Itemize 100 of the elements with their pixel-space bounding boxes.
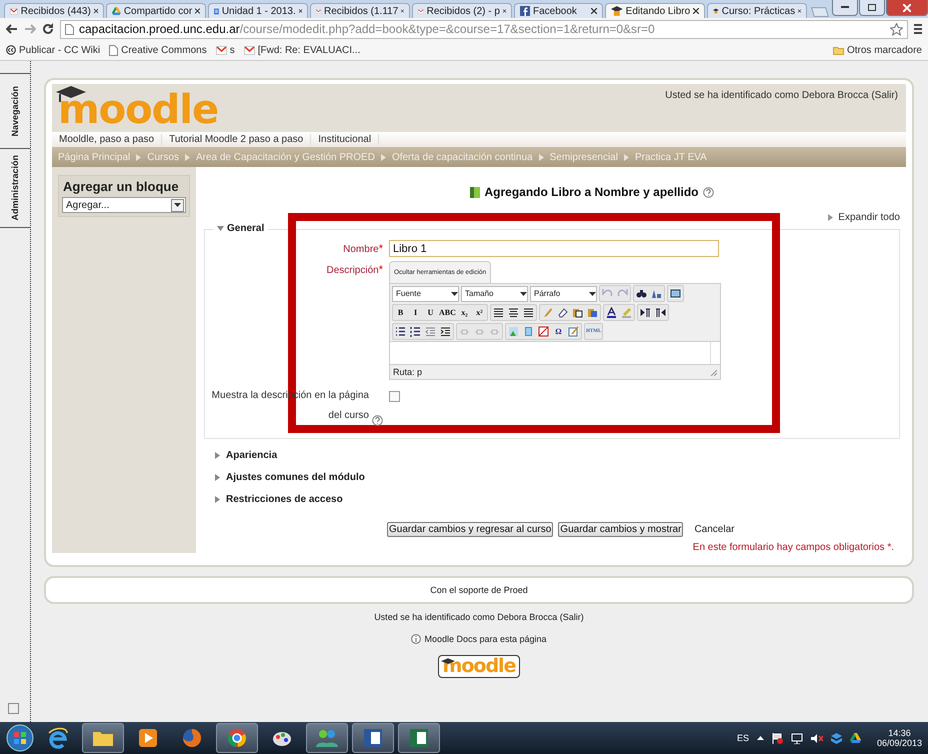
close-icon[interactable] — [693, 8, 699, 14]
minimize-button[interactable] — [832, 0, 858, 16]
bookmark[interactable]: Publicar - CC Wiki — [6, 44, 100, 56]
section-header[interactable]: Ajustes comunes del módulo — [226, 472, 365, 483]
bullet-list-icon[interactable] — [393, 324, 408, 338]
box-icon[interactable] — [830, 732, 842, 744]
numbered-list-icon[interactable] — [408, 324, 423, 338]
resize-handle-icon[interactable] — [710, 368, 717, 376]
browser-tab[interactable]: Facebook — [514, 3, 603, 18]
caret-icon — [451, 292, 458, 296]
close-icon[interactable] — [798, 8, 801, 14]
flag-icon[interactable] — [772, 732, 783, 744]
caret-icon — [520, 292, 527, 296]
document-icon — [214, 6, 219, 16]
expand-icon[interactable] — [8, 703, 19, 714]
menu-item[interactable]: Institucional — [311, 134, 380, 145]
save-button[interactable]: Guardar cambios y mostrar — [558, 522, 684, 537]
triangle-logo-icon[interactable] — [850, 733, 861, 743]
page-icon — [109, 44, 118, 56]
checkbox[interactable] — [389, 391, 400, 402]
browser-tab[interactable]: Compartido cor — [106, 3, 206, 18]
editor-select[interactable]: Párrafo — [530, 286, 597, 302]
page-icon — [65, 24, 74, 34]
section-header[interactable]: Restricciones de acceso — [226, 494, 343, 505]
help-icon[interactable] — [372, 415, 383, 426]
help-icon[interactable] — [702, 186, 714, 198]
bookmark[interactable]: [Fwd: Re: EVALUACI... — [244, 44, 360, 56]
section-header[interactable]: Apariencia — [226, 450, 278, 461]
language-indicator[interactable]: ES — [736, 733, 749, 743]
mail-icon — [10, 6, 18, 16]
editor-path: Ruta: p — [393, 367, 422, 377]
bookmark[interactable]: s — [216, 44, 235, 56]
close-icon[interactable] — [591, 8, 597, 14]
back-arrow-icon[interactable] — [6, 24, 18, 34]
people-app-icon[interactable] — [306, 723, 348, 753]
chrome-app-icon[interactable] — [216, 723, 258, 753]
format-button[interactable]: x₂ — [456, 306, 472, 320]
section-legend[interactable]: General — [213, 223, 268, 234]
browser-tab[interactable]: Curso: Prácticas — [707, 3, 807, 18]
edit-icon[interactable] — [566, 324, 581, 338]
add-block-select[interactable]: Agregar... — [62, 197, 186, 213]
word-app-icon[interactable] — [352, 723, 394, 753]
up-arrow-icon[interactable] — [756, 736, 764, 740]
folder-app-icon[interactable] — [82, 723, 124, 753]
format-button[interactable]: ABC — [438, 306, 457, 320]
star-icon[interactable] — [890, 22, 903, 36]
login-info: Usted se ha identificado como Debora Brocca (Salir) — [665, 90, 898, 101]
close-button[interactable] — [886, 0, 928, 16]
browser-tab[interactable]: Editando Libro — [605, 3, 705, 18]
bookmark[interactable]: Creative Commons — [109, 44, 207, 56]
page-title: Agregando Libro a Nombre y apellido — [484, 185, 699, 199]
block-title: Agregar un bloque — [62, 178, 180, 196]
no-image-icon[interactable] — [536, 324, 551, 338]
menu-item[interactable]: Tutorial Moodle 2 paso a paso — [162, 134, 312, 145]
address-field[interactable]: capacitacion.proed.unc.edu.ar/course/modedit.php?add=book&type=&course=17&section=1&return=0&sr=0 — [60, 20, 908, 38]
format-button[interactable]: U — [423, 306, 438, 320]
indent-icon[interactable] — [438, 324, 453, 338]
save-button[interactable]: Guardar cambios y regresar al curso — [387, 522, 554, 537]
network-icon[interactable] — [790, 732, 803, 744]
ltr-icon[interactable] — [638, 306, 653, 320]
special-char-button[interactable]: Ω — [551, 324, 566, 338]
excel-app-icon[interactable] — [398, 723, 440, 753]
editor-select[interactable]: Fuente — [392, 286, 459, 302]
reload-icon[interactable] — [42, 23, 54, 35]
clock[interactable]: 14:36 06/09/2013 — [876, 728, 922, 748]
expand-all-link[interactable]: Expandir todo — [838, 212, 900, 223]
format-button[interactable]: I — [408, 306, 423, 320]
maximize-button[interactable] — [859, 0, 885, 16]
dock-tab[interactable]: Administración — [10, 155, 20, 221]
close-icon[interactable] — [195, 8, 200, 14]
menu-item[interactable]: Mooldle, paso a paso — [52, 134, 162, 145]
format-button[interactable]: B — [393, 306, 408, 320]
close-icon — [903, 4, 911, 12]
menu-icon[interactable] — [914, 24, 922, 34]
maximize-icon — [868, 4, 876, 11]
caret-icon — [174, 203, 181, 207]
close-icon[interactable] — [94, 8, 98, 14]
browser-tab[interactable]: Recibidos (1.117 — [310, 3, 410, 18]
cancel-link[interactable]: Cancelar — [694, 524, 734, 535]
speaker-muted-icon[interactable] — [810, 732, 823, 744]
fullscreen-icon[interactable] — [668, 286, 683, 300]
separator-icon — [184, 154, 191, 160]
browser-tab[interactable]: Unidad 1 - 2013. — [208, 3, 308, 18]
start-orb-icon[interactable] — [6, 724, 34, 752]
folder-icon — [832, 46, 844, 54]
name-input[interactable]: Libro 1 — [389, 240, 719, 257]
dock-tab[interactable]: Navegación — [10, 86, 20, 136]
mail-icon — [216, 46, 227, 54]
close-icon[interactable] — [401, 8, 404, 14]
close-icon[interactable] — [502, 8, 506, 14]
bookmark-folder[interactable]: Otros marcadore — [832, 44, 922, 56]
format-button[interactable]: x² — [472, 306, 487, 320]
docs-link[interactable]: Moodle Docs para esta página — [424, 634, 547, 644]
editor-select[interactable]: Tamaño — [461, 286, 528, 302]
f-logo-icon — [520, 6, 530, 16]
browser-tab[interactable]: Recibidos (2) - p — [412, 3, 512, 18]
graduation-cap-icon — [713, 6, 719, 16]
close-icon[interactable] — [298, 8, 302, 14]
separator-icon — [380, 154, 387, 160]
browser-tab[interactable]: Recibidos (443) — [4, 3, 104, 18]
